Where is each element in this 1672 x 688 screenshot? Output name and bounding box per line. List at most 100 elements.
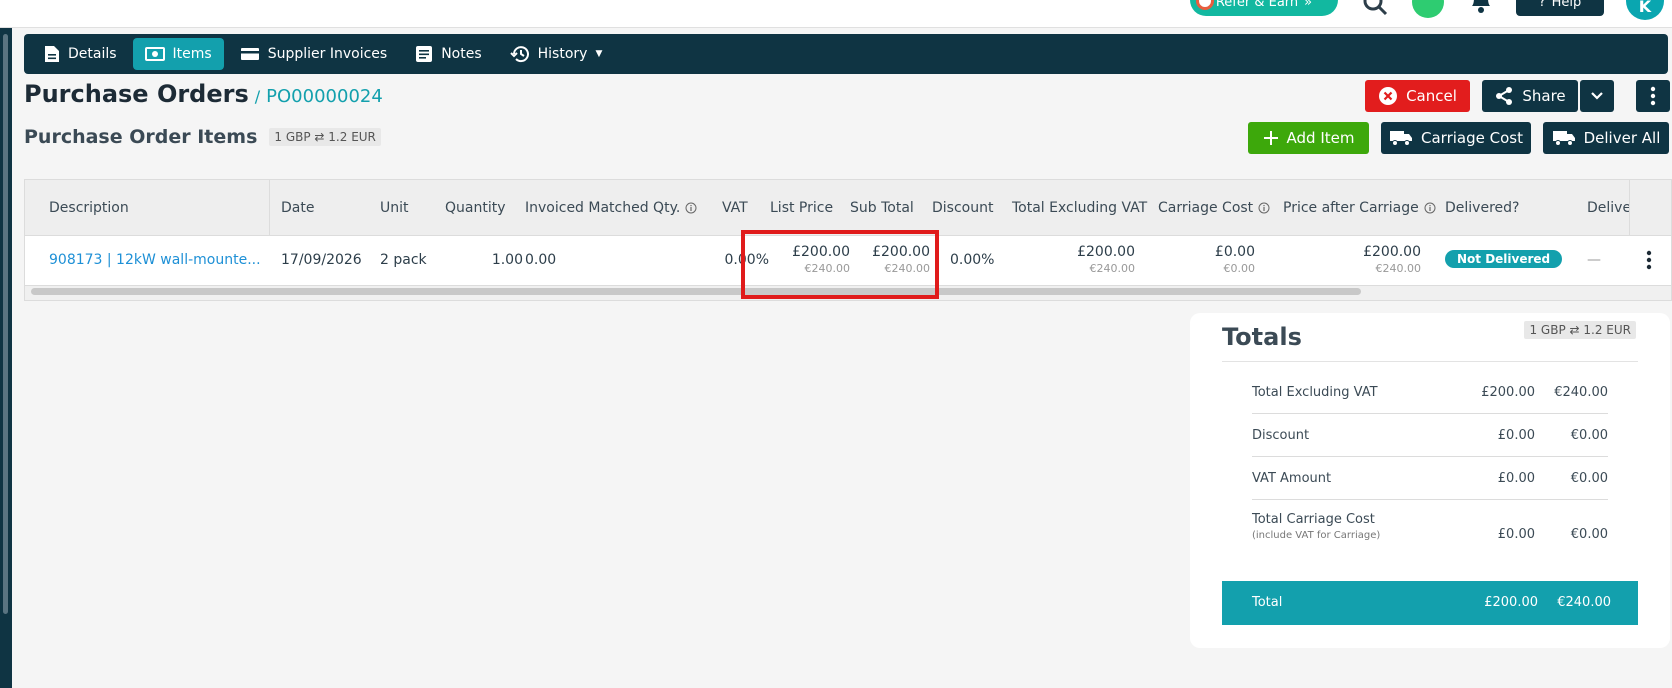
item-total-excl-vat: £200.00 €240.00 <box>1025 244 1135 275</box>
truck-icon <box>1390 131 1413 146</box>
document-icon <box>45 46 59 62</box>
avatar[interactable]: K <box>1626 0 1664 20</box>
tab-items[interactable]: Items <box>132 38 224 70</box>
history-icon <box>509 46 529 63</box>
totals-row-sublabel: (include VAT for Carriage) <box>1252 530 1381 541</box>
item-price-after-carriage-eur: €240.00 <box>1375 262 1422 275</box>
grand-total-label: Total <box>1252 595 1283 610</box>
info-icon[interactable] <box>1258 202 1270 214</box>
totals-title: Totals <box>1222 323 1302 351</box>
tab-history-label: History <box>537 46 588 62</box>
more-options-button[interactable] <box>1636 80 1670 112</box>
tab-notes[interactable]: Notes <box>403 38 493 70</box>
totals-row: Total Excluding VAT £200.00 €240.00 <box>1252 371 1608 414</box>
question-icon: ? <box>1538 0 1546 10</box>
share-dropdown-button[interactable] <box>1580 80 1614 112</box>
totals-row: Discount £0.00 €0.00 <box>1252 414 1608 457</box>
chevron-down-icon <box>1591 92 1603 100</box>
column-vat[interactable]: VAT <box>722 200 748 216</box>
double-chevron-right-icon: » <box>1304 0 1313 10</box>
column-invoiced-matched-qty[interactable]: Invoiced Matched Qty. <box>525 200 697 216</box>
item-carriage-eur: €0.00 <box>1223 262 1256 275</box>
column-price-after-carriage-label: Price after Carriage <box>1283 200 1419 216</box>
top-header: Refer & Earn » ? Help K <box>0 0 1672 28</box>
tab-items-label: Items <box>172 46 212 62</box>
cancel-button[interactable]: Cancel <box>1365 80 1470 112</box>
carriage-cost-label: Carriage Cost <box>1421 129 1523 147</box>
totals-row: Total Carriage Cost (include VAT for Car… <box>1252 500 1608 570</box>
tab-details[interactable]: Details <box>32 38 129 70</box>
item-total-excl-vat-eur: €240.00 <box>1089 262 1136 275</box>
item-total-excl-vat-gbp: £200.00 <box>1077 244 1135 260</box>
column-carriage-cost[interactable]: Carriage Cost <box>1158 200 1270 216</box>
search-icon[interactable] <box>1362 0 1388 16</box>
tab-supplier-invoices[interactable]: Supplier Invoices <box>228 38 399 70</box>
horizontal-scrollbar[interactable] <box>31 288 1361 295</box>
bell-icon[interactable] <box>1468 0 1494 14</box>
share-label: Share <box>1522 87 1566 105</box>
exchange-rate-badge: 1 GBP ⇄ 1.2 EUR <box>269 128 381 146</box>
item-carriage-cost: £0.00 €0.00 <box>1165 244 1255 275</box>
item-carriage-gbp: £0.00 <box>1214 244 1255 260</box>
column-total-excluding-vat[interactable]: Total Excluding VAT <box>1012 200 1147 216</box>
tab-notes-label: Notes <box>441 46 482 62</box>
item-price-after-carriage-gbp: £200.00 <box>1363 244 1421 260</box>
column-delivered[interactable]: Delivered? <box>1445 200 1519 216</box>
column-price-after-carriage[interactable]: Price after Carriage <box>1283 200 1436 216</box>
totals-row-gbp: £0.00 <box>1497 527 1535 542</box>
card-icon <box>240 48 259 60</box>
refer-logo-icon <box>1196 0 1214 10</box>
add-item-label: Add Item <box>1286 129 1355 147</box>
item-unit: 2 pack <box>380 252 427 268</box>
totals-row-gbp: £0.00 <box>1497 471 1535 486</box>
help-label: Help <box>1551 0 1582 10</box>
item-description-link[interactable]: 908173 | 12kW wall-mounte... <box>49 252 261 268</box>
highlight-box <box>741 230 939 299</box>
kebab-menu-icon <box>1650 86 1656 106</box>
caret-down-icon: ▼ <box>595 49 603 59</box>
share-button[interactable]: Share <box>1482 80 1578 112</box>
item-invoiced-matched-qty: 0.00 <box>525 252 557 268</box>
deliver-all-button[interactable]: Deliver All <box>1543 122 1669 154</box>
deliver-all-label: Deliver All <box>1583 129 1661 147</box>
breadcrumb-separator: / <box>254 87 261 106</box>
item-price-after-carriage: £200.00 €240.00 <box>1305 244 1421 275</box>
column-sub-total[interactable]: Sub Total <box>850 200 914 216</box>
carriage-cost-button[interactable]: Carriage Cost <box>1381 122 1531 154</box>
column-unit[interactable]: Unit <box>380 200 409 216</box>
page-title[interactable]: Purchase Orders <box>24 80 249 108</box>
breadcrumb: Purchase Orders / PO00000024 <box>24 80 383 108</box>
info-icon[interactable] <box>685 202 697 214</box>
po-number: PO00000024 <box>266 86 383 107</box>
column-deliver[interactable]: Deliver <box>1587 200 1629 216</box>
column-description[interactable]: Description <box>49 200 129 216</box>
column-date[interactable]: Date <box>281 200 314 216</box>
add-item-button[interactable]: Add Item <box>1248 122 1369 154</box>
totals-row-label: VAT Amount <box>1252 471 1332 486</box>
status-badge: Not Delivered <box>1445 250 1563 268</box>
refer-earn-label: Refer & Earn <box>1215 0 1299 10</box>
section-title: Purchase Order Items <box>24 126 258 148</box>
kebab-menu-icon[interactable] <box>1645 250 1653 270</box>
left-scrollbar[interactable] <box>0 28 12 688</box>
chat-icon[interactable] <box>1412 0 1444 18</box>
item-quantity: 1.00 <box>491 252 523 268</box>
help-button[interactable]: ? Help <box>1516 0 1604 16</box>
grand-total-gbp: £200.00 <box>1484 595 1538 610</box>
column-discount[interactable]: Discount <box>932 200 993 216</box>
tab-details-label: Details <box>68 46 117 62</box>
item-discount: 0.00% <box>950 252 995 268</box>
totals-row: VAT Amount £0.00 €0.00 <box>1252 457 1608 500</box>
info-icon[interactable] <box>1424 202 1436 214</box>
refer-earn-button[interactable]: Refer & Earn » <box>1190 0 1338 16</box>
divider <box>1222 361 1638 362</box>
column-list-price[interactable]: List Price <box>770 200 833 216</box>
scrollbar-thumb[interactable] <box>3 34 8 614</box>
totals-row-gbp: £200.00 <box>1481 385 1535 400</box>
tab-history[interactable]: History ▼ <box>498 38 615 70</box>
totals-row-gbp: £0.00 <box>1497 428 1535 443</box>
column-quantity[interactable]: Quantity <box>445 200 506 216</box>
exchange-rate-badge: 1 GBP ⇄ 1.2 EUR <box>1524 321 1636 339</box>
totals-row-eur: €0.00 <box>1570 471 1608 486</box>
table-header: Description Date Unit Quantity Invoiced … <box>25 180 1671 236</box>
